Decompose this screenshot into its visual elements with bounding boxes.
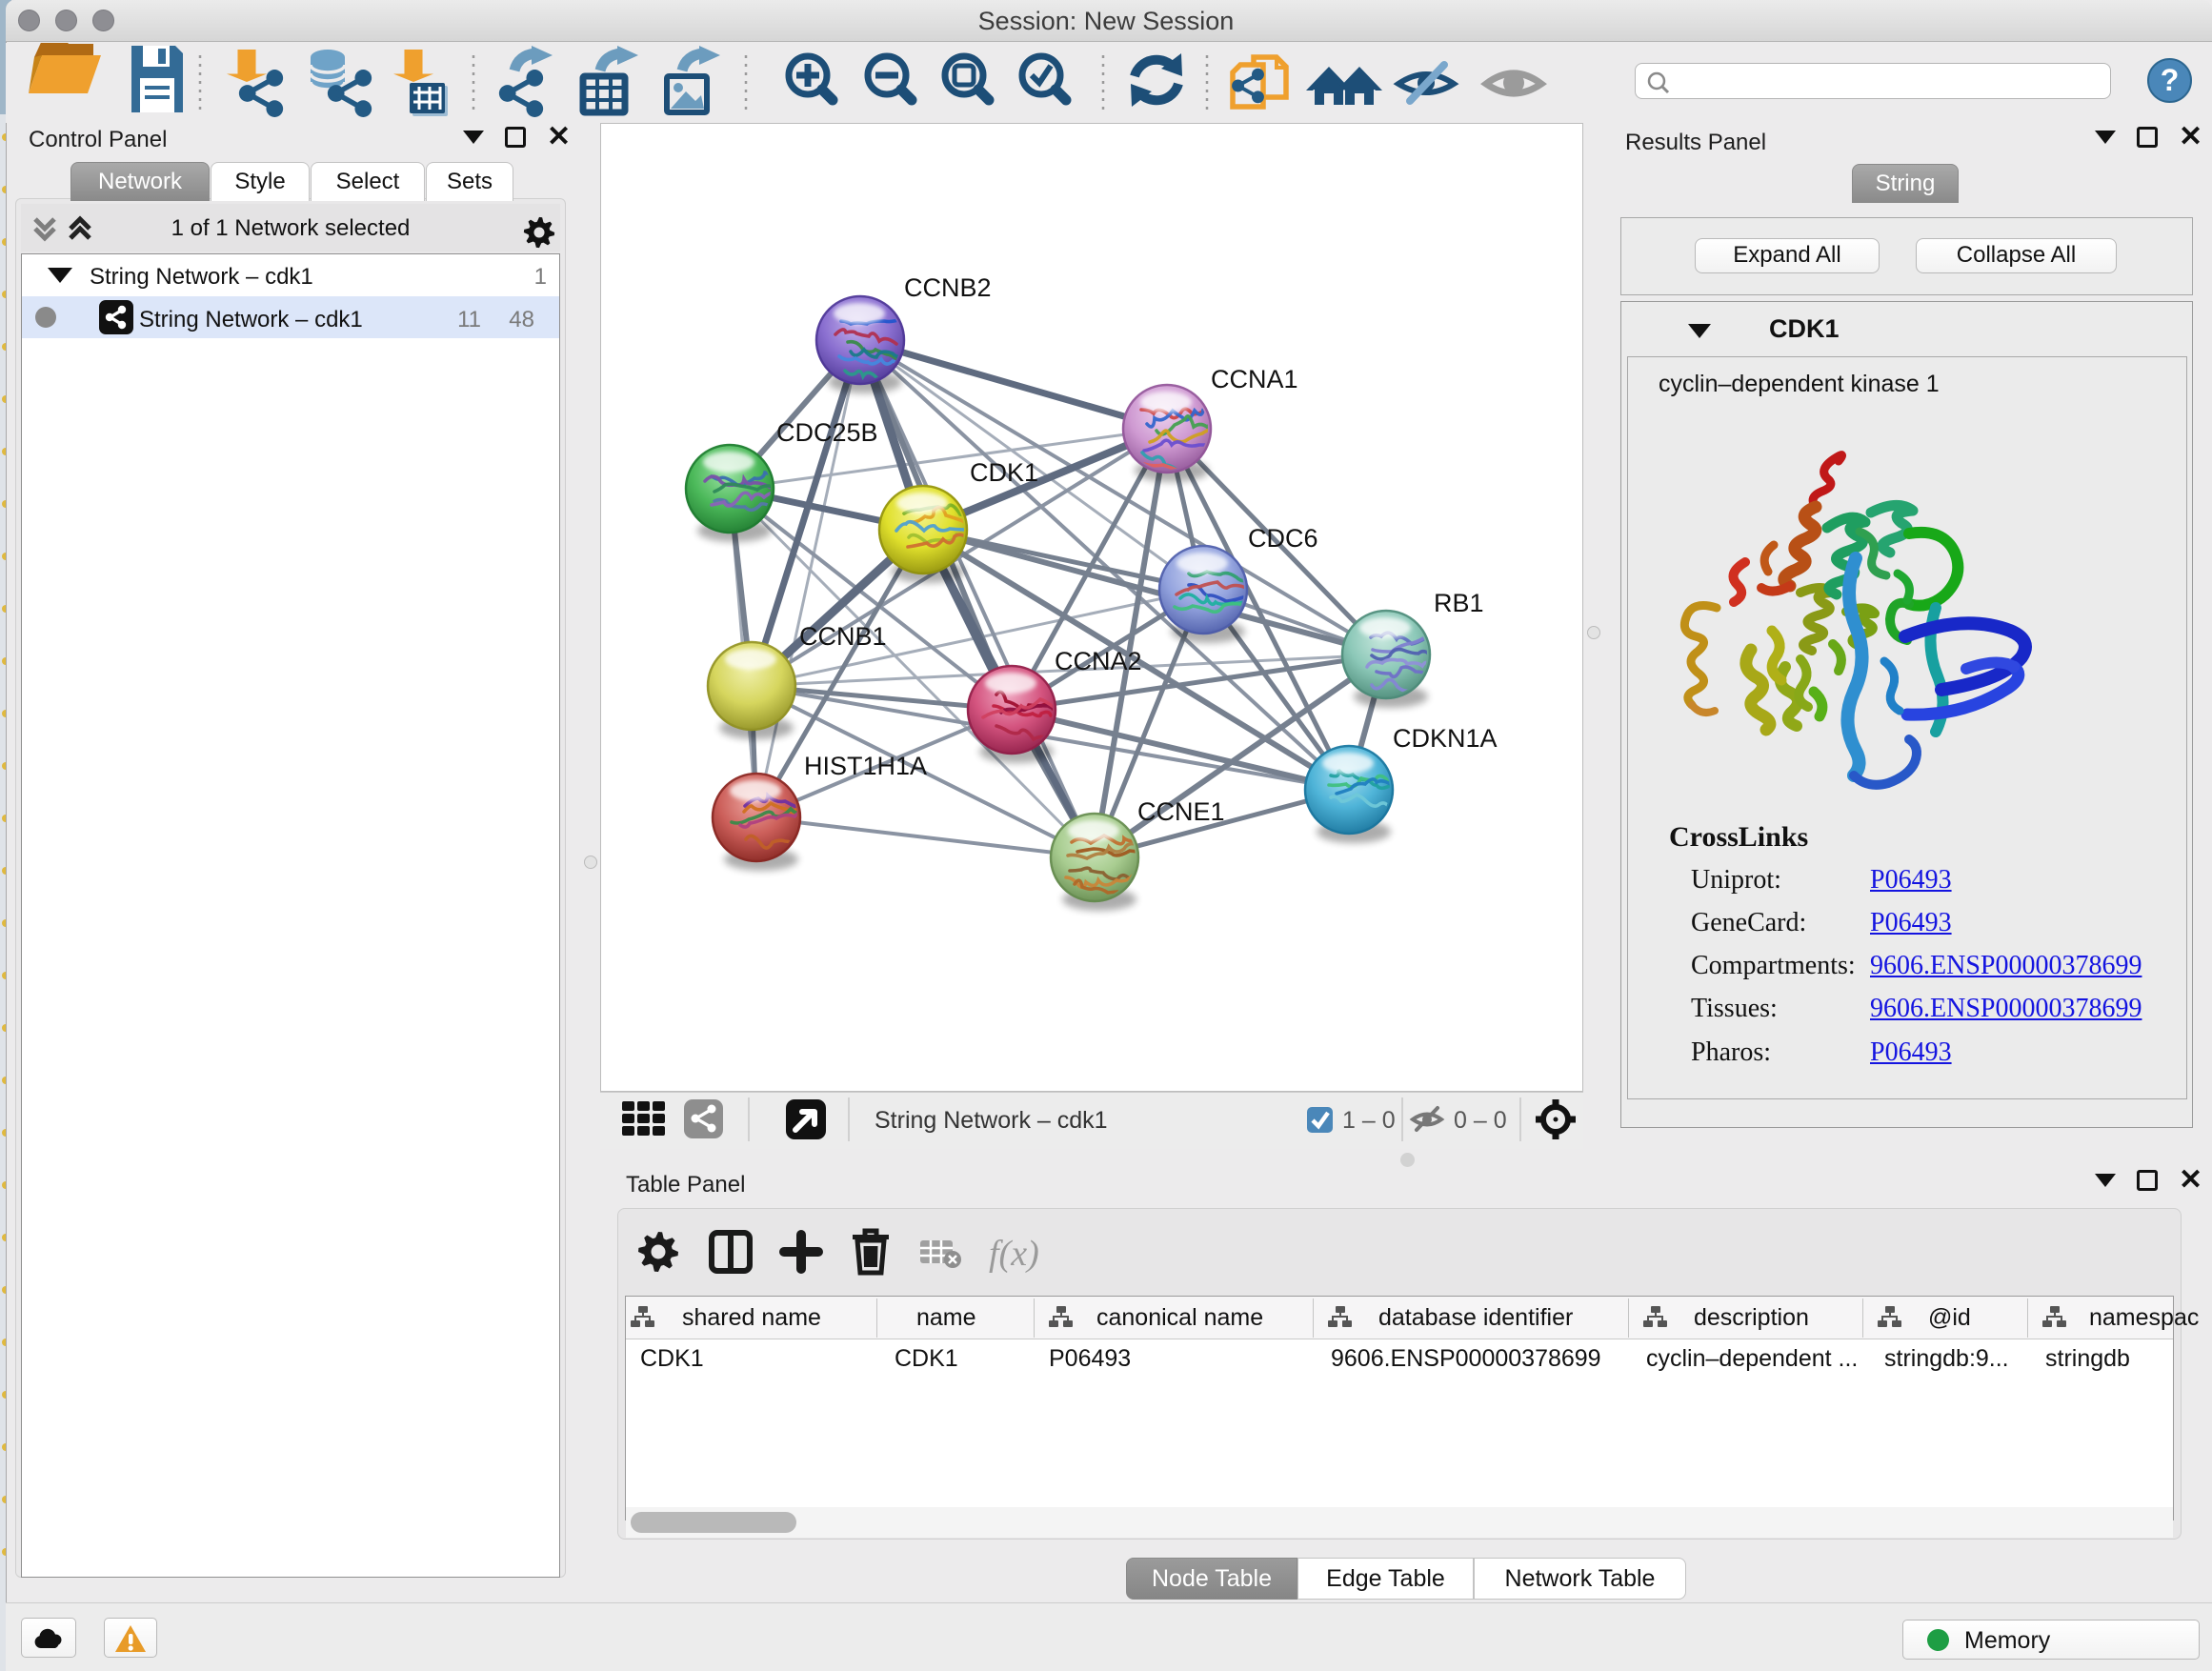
svg-text:CDC6: CDC6 bbox=[1248, 524, 1318, 553]
svg-text:f(x): f(x) bbox=[989, 1234, 1039, 1274]
svg-text:RB1: RB1 bbox=[1434, 589, 1484, 617]
svg-text:CCNB2: CCNB2 bbox=[904, 273, 992, 302]
svg-text:String Network – cdk1: String Network – cdk1 bbox=[875, 1107, 1108, 1134]
svg-text:CCNA1: CCNA1 bbox=[1211, 365, 1298, 393]
svg-text:1 – 0: 1 – 0 bbox=[1342, 1107, 1396, 1134]
svg-text:CDC25B: CDC25B bbox=[776, 418, 878, 447]
svg-text:CCNE1: CCNE1 bbox=[1137, 797, 1225, 826]
svg-text:CDK1: CDK1 bbox=[970, 458, 1038, 487]
svg-text:HIST1H1A: HIST1H1A bbox=[804, 752, 927, 780]
svg-text:CCNA2: CCNA2 bbox=[1055, 647, 1142, 675]
svg-text:CCNB1: CCNB1 bbox=[799, 622, 887, 651]
svg-text:CDKN1A: CDKN1A bbox=[1393, 724, 1498, 753]
svg-text:0 – 0: 0 – 0 bbox=[1454, 1107, 1507, 1134]
